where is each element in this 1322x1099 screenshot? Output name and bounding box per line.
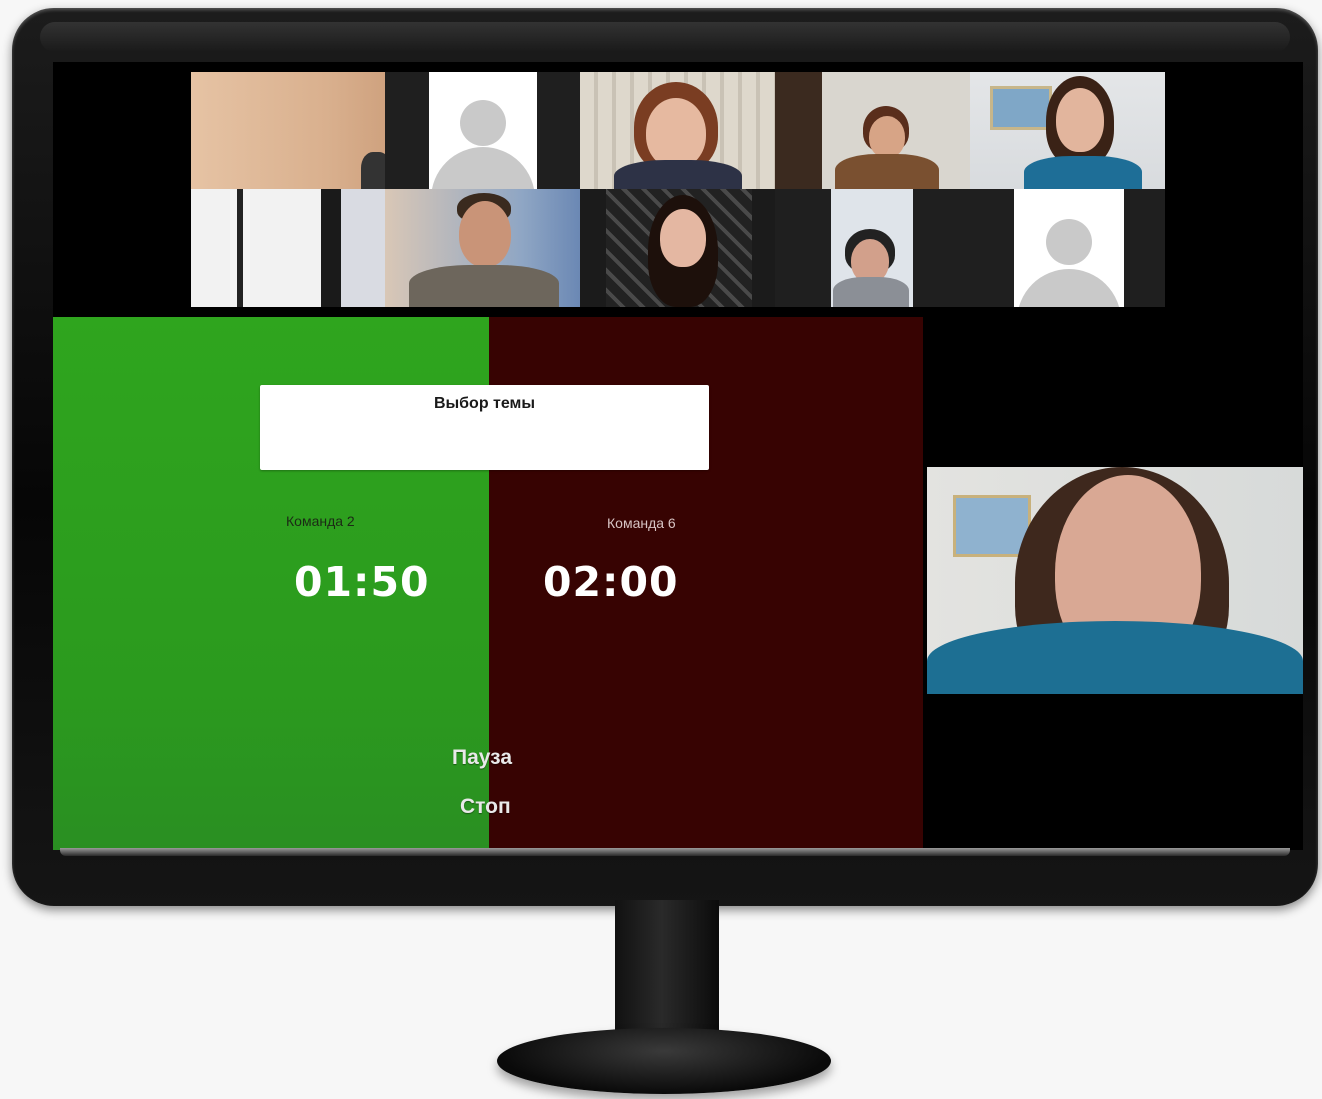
- participant-video[interactable]: [775, 72, 970, 189]
- participant-video[interactable]: [191, 189, 385, 307]
- participant-avatar[interactable]: [970, 189, 1165, 307]
- participant-video[interactable]: [970, 72, 1165, 189]
- pause-button[interactable]: Пауза: [452, 746, 512, 770]
- participant-avatar[interactable]: [385, 72, 580, 189]
- participant-video[interactable]: [580, 72, 775, 189]
- participant-video[interactable]: [580, 189, 775, 307]
- topic-title: Выбор темы: [433, 395, 536, 412]
- participant-video[interactable]: [775, 189, 970, 307]
- monitor-gloss: [40, 22, 1290, 52]
- monitor-stand-base: [497, 1028, 831, 1094]
- team-2-label: Команда 2: [286, 513, 355, 529]
- participant-video[interactable]: [385, 189, 580, 307]
- participant-video[interactable]: [191, 72, 385, 189]
- default-avatar-icon: [1046, 219, 1092, 265]
- team-6-label: Команда 6: [607, 515, 676, 531]
- active-speaker-video[interactable]: [927, 467, 1303, 694]
- default-avatar-icon: [460, 100, 506, 146]
- team-6-timer: 02:00: [543, 558, 679, 606]
- topic-selector[interactable]: Выбор темы: [260, 385, 709, 470]
- monitor-screen: Выбор темы Команда 2 Команда 6 01:50 02:…: [53, 62, 1303, 850]
- team-2-timer: 01:50: [294, 558, 430, 606]
- screen-bottom-edge: [60, 848, 1290, 856]
- stop-button[interactable]: Стоп: [460, 795, 511, 819]
